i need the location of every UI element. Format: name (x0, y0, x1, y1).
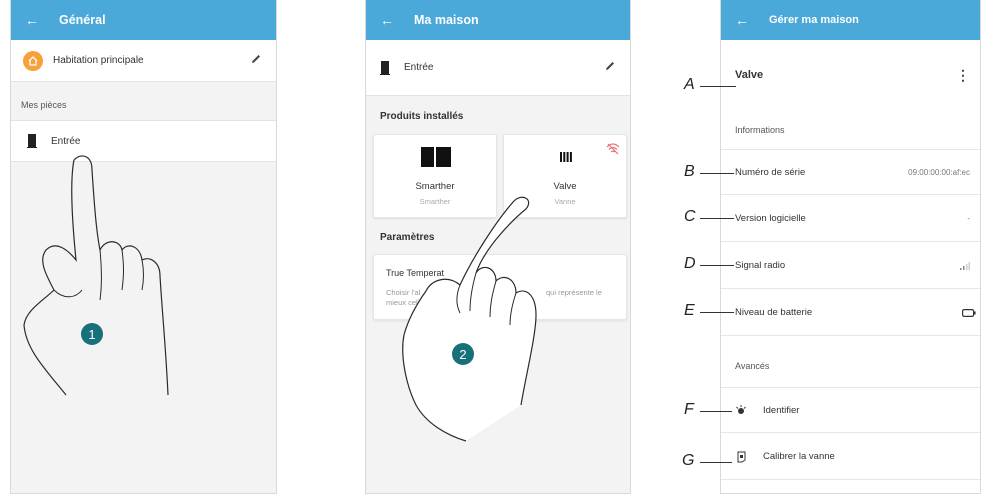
screen-general: ← Général Habitation principale Mes pièc… (10, 0, 277, 494)
back-arrow-icon[interactable]: ← (380, 12, 414, 28)
device-header: Valve ⋮ (721, 52, 980, 98)
leader-line-f (700, 411, 732, 412)
row-label: Version logicielle (735, 213, 806, 224)
light-bulb-icon (736, 405, 746, 414)
room-label: Entrée (51, 135, 81, 147)
wifi-off-icon (606, 143, 620, 155)
door-icon (27, 134, 37, 148)
home-icon (23, 50, 43, 71)
callout-letter-g: G (682, 452, 695, 469)
row-battery: Niveau de batterie (721, 290, 980, 336)
back-arrow-icon[interactable]: ← (25, 12, 59, 28)
products-title: Produits installés (380, 111, 464, 122)
row-value: - (967, 214, 970, 223)
pointing-hand-illustration (402, 196, 537, 442)
callout-letter-a: A (684, 76, 695, 93)
leader-line-d (700, 265, 734, 266)
callout-letter-d: D (684, 255, 696, 272)
app-bar: ← Ma maison (366, 0, 630, 40)
callout-letter-f: F (684, 401, 694, 418)
callout-letter-c: C (684, 208, 696, 225)
section-label: Mes pièces (11, 90, 276, 120)
advanced-section-title: Avancés (735, 361, 770, 371)
thermostat-icon (421, 147, 451, 167)
info-section-title: Informations (735, 125, 785, 135)
screen-gerer-ma-maison: ← Gérer ma maison Valve ⋮ Informations N… (720, 0, 981, 494)
leader-line-e (700, 312, 734, 313)
identify-label: Identifier (763, 404, 800, 416)
back-arrow-icon[interactable]: ← (735, 12, 769, 28)
row-label: Niveau de batterie (735, 307, 813, 318)
room-label: Entrée (404, 62, 434, 73)
home-label: Habitation principale (53, 55, 144, 66)
app-bar: ← Gérer ma maison (721, 0, 980, 40)
radiator-valve-icon (560, 152, 572, 162)
room-row[interactable]: Entrée (366, 40, 630, 96)
page-title: Ma maison (414, 13, 479, 27)
row-value: 09:00:00:00:af:ec (908, 167, 970, 177)
battery-icon (962, 308, 976, 317)
product-name: Valve (553, 181, 577, 192)
pointing-hand-illustration (23, 155, 169, 396)
door-icon (380, 60, 390, 75)
step-badge: 2 (452, 343, 474, 365)
identify-row[interactable]: Identifier (721, 387, 980, 433)
leader-line-b (700, 173, 734, 174)
app-bar: ← Général (11, 0, 276, 40)
callout-letter-e: E (684, 302, 695, 319)
calibrate-label: Calibrer la vanne (763, 451, 835, 462)
kebab-menu-icon[interactable]: ⋮ (956, 67, 970, 84)
row-label: Numéro de série (735, 166, 806, 178)
row-label: Signal radio (735, 260, 786, 271)
pencil-icon[interactable] (250, 53, 262, 68)
calibrate-icon (737, 451, 746, 462)
home-row[interactable]: Habitation principale (11, 40, 276, 82)
leader-line-g (700, 462, 732, 463)
pencil-icon[interactable] (604, 60, 616, 75)
screen-ma-maison: ← Ma maison Entrée Produits installés Sm… (365, 0, 631, 494)
signal-icon (960, 261, 970, 270)
leader-line-a (700, 86, 736, 87)
callout-letter-b: B (684, 163, 695, 180)
page-title: Gérer ma maison (769, 14, 859, 26)
calibrate-row[interactable]: Calibrer la vanne (721, 434, 980, 480)
page-title: Général (59, 13, 106, 27)
step-badge: 1 (81, 323, 103, 345)
row-software: Version logicielle - (721, 196, 980, 242)
row-serial: Numéro de série 09:00:00:00:af:ec (721, 149, 980, 195)
device-name: Valve (735, 69, 764, 81)
row-signal: Signal radio (721, 243, 980, 289)
product-name: Smarther (415, 181, 455, 192)
leader-line-c (700, 218, 734, 219)
